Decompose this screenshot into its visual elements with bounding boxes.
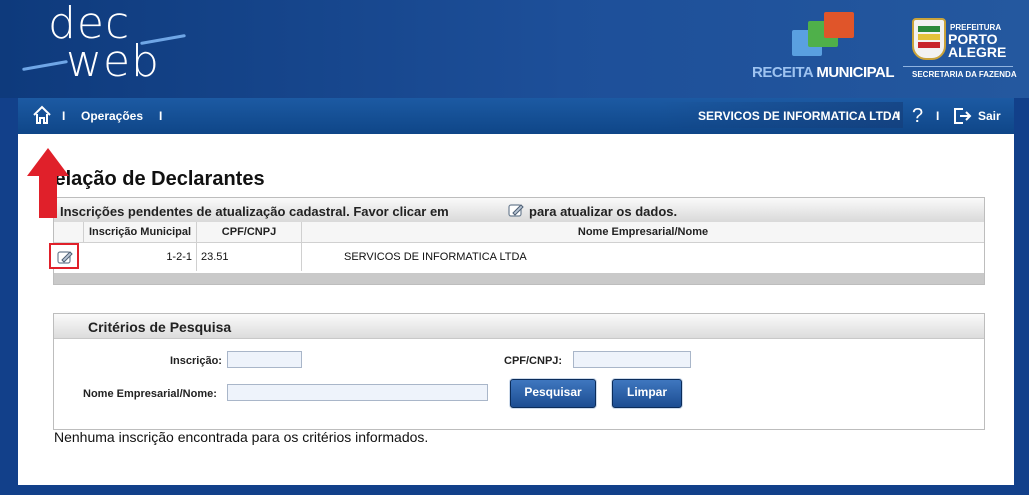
limpar-button[interactable]: Limpar (612, 379, 682, 408)
inscricao-input[interactable] (227, 351, 302, 368)
pending-table: Inscrições pendentes de atualização cada… (49, 197, 985, 285)
pending-footer (54, 273, 984, 284)
page-title: Relação de Declarantes (40, 168, 265, 190)
edit-icon (508, 204, 524, 217)
nav-separator: I (62, 109, 66, 123)
secretaria-label: SECRETARIA DA FAZENDA (912, 70, 1017, 79)
nav-separator: I (159, 109, 163, 123)
col-cpf-cnpj: CPF/CNPJ (197, 222, 302, 243)
search-heading: Critérios de Pesquisa (54, 314, 984, 339)
nav-separator: I (936, 109, 940, 123)
nome-label: Nome Empresarial/Nome: (83, 388, 217, 400)
pesquisar-button[interactable]: Pesquisar (510, 379, 596, 408)
main-content: Relação de Declarantes Inscrições penden… (18, 134, 1014, 485)
logout-icon[interactable] (952, 106, 972, 126)
inscricao-label: Inscrição: (170, 355, 222, 367)
pending-heading-text: Inscrições pendentes de atualização cada… (60, 204, 449, 219)
pending-heading-text-end: para atualizar os dados. (529, 204, 678, 219)
edit-icon (57, 251, 73, 264)
search-criteria-panel: Critérios de Pesquisa Inscrição: CPF/CNP… (53, 313, 985, 430)
cell-nome: SERVICOS DE INFORMATICA LTDA (344, 251, 527, 263)
col-action (54, 222, 84, 243)
col-inscricao: Inscrição Municipal (84, 222, 197, 243)
nav-separator: I (897, 109, 901, 123)
decweb-logo-web: web (66, 36, 160, 87)
no-results-message: Nenhuma inscrição encontrada para os cri… (54, 429, 429, 445)
sair-link[interactable]: Sair (978, 109, 1001, 123)
pending-heading: Inscrições pendentes de atualização cada… (54, 198, 984, 223)
help-icon[interactable]: ? (912, 105, 923, 128)
red-arrow-up-icon (27, 148, 69, 218)
divider (903, 66, 1013, 67)
home-icon[interactable] (32, 105, 52, 125)
search-heading-text: Critérios de Pesquisa (88, 319, 232, 335)
edit-row-button[interactable] (49, 243, 79, 269)
col-nome: Nome Empresarial/Nome (302, 222, 984, 243)
receita-municipal-logo-icon (792, 12, 854, 62)
receita-municipal-logo: RECEITA MUNICIPAL (752, 64, 895, 81)
app-header: dec web RECEITA MUNICIPAL PREFEITURA POR… (0, 0, 1029, 98)
alegre-label: ALEGRE (948, 44, 1007, 60)
main-nav: I Operações I SERVICOS DE INFORMATICA LT… (18, 98, 1014, 134)
nav-company-name: SERVICOS DE INFORMATICA LTDA (698, 109, 901, 123)
cell-cpf-cnpj: 23.51 (197, 243, 302, 271)
cpf-cnpj-input[interactable] (573, 351, 691, 368)
cell-inscricao: 1-2-1 (84, 243, 197, 271)
nome-input[interactable] (227, 384, 488, 401)
cpf-cnpj-label: CPF/CNPJ: (504, 355, 563, 367)
nav-operacoes[interactable]: Operações (81, 109, 143, 123)
porto-alegre-crest-icon (912, 18, 946, 60)
logo-swoosh (22, 60, 68, 71)
